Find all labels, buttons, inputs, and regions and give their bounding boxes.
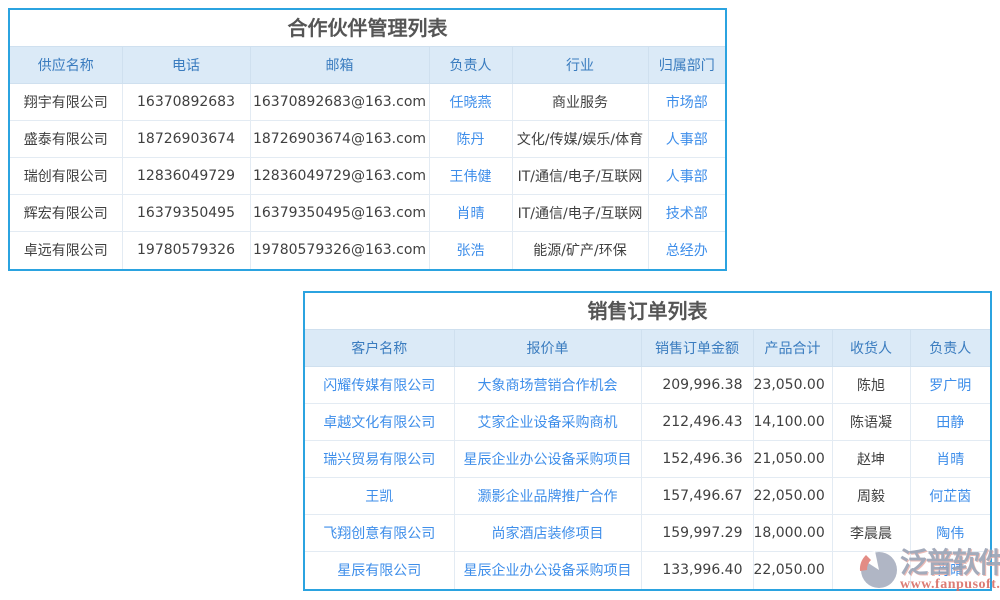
cell-manager-link[interactable]: 陶伟 (910, 515, 990, 552)
cell-manager-link[interactable]: 何芷茵 (910, 478, 990, 515)
cell-consignee: 赵坤 (832, 441, 910, 478)
cell-product-total: 21,050.00 (753, 441, 832, 478)
cell-manager-link[interactable]: 王伟健 (429, 158, 512, 195)
col-header-consignee: 收货人 (832, 330, 910, 367)
cell-quotation-link[interactable]: 艾家企业设备采购商机 (454, 404, 641, 441)
cell-phone: 16379350495 (122, 195, 250, 232)
cell-manager-link[interactable]: 陈丹 (429, 121, 512, 158)
partner-header-row: 供应名称 电话 邮箱 负责人 行业 归属部门 (10, 47, 725, 84)
cell-supplier-name: 盛泰有限公司 (10, 121, 122, 158)
col-header-industry: 行业 (512, 47, 648, 84)
partner-table: 供应名称 电话 邮箱 负责人 行业 归属部门 翔宇有限公司 1637089268… (10, 46, 725, 269)
cell-customer-link[interactable]: 瑞兴贸易有限公司 (305, 441, 454, 478)
cell-phone: 16370892683 (122, 84, 250, 121)
cell-product-total: 23,050.00 (753, 367, 832, 404)
table-row: 卓越文化有限公司 艾家企业设备采购商机 212,496.43 14,100.00… (305, 404, 990, 441)
sales-order-table-card: 销售订单列表 客户名称 报价单 销售订单金额 产品合计 收货人 负责人 闪耀传媒… (303, 291, 992, 591)
sales-order-table: 客户名称 报价单 销售订单金额 产品合计 收货人 负责人 闪耀传媒有限公司 大象… (305, 329, 990, 589)
table-row: 星辰有限公司 星辰企业办公设备采购项目 133,996.40 22,050.00… (305, 552, 990, 589)
cell-department-link[interactable]: 人事部 (648, 121, 725, 158)
cell-order-amount: 159,997.29 (641, 515, 753, 552)
col-header-product-total: 产品合计 (753, 330, 832, 367)
col-header-supplier-name: 供应名称 (10, 47, 122, 84)
col-header-department: 归属部门 (648, 47, 725, 84)
table-row: 瑞兴贸易有限公司 星辰企业办公设备采购项目 152,496.36 21,050.… (305, 441, 990, 478)
cell-department-link[interactable]: 人事部 (648, 158, 725, 195)
cell-customer-link[interactable]: 闪耀传媒有限公司 (305, 367, 454, 404)
col-header-quotation: 报价单 (454, 330, 641, 367)
col-header-manager: 负责人 (429, 47, 512, 84)
col-header-phone: 电话 (122, 47, 250, 84)
cell-phone: 18726903674 (122, 121, 250, 158)
cell-industry: 商业服务 (512, 84, 648, 121)
cell-consignee (832, 552, 910, 589)
cell-department-link[interactable]: 技术部 (648, 195, 725, 232)
cell-quotation-link[interactable]: 星辰企业办公设备采购项目 (454, 441, 641, 478)
cell-order-amount: 152,496.36 (641, 441, 753, 478)
cell-industry: IT/通信/电子/互联网 (512, 158, 648, 195)
cell-order-amount: 157,496.67 (641, 478, 753, 515)
cell-industry: 能源/矿产/环保 (512, 232, 648, 269)
cell-supplier-name: 卓远有限公司 (10, 232, 122, 269)
cell-phone: 12836049729 (122, 158, 250, 195)
cell-industry: IT/通信/电子/互联网 (512, 195, 648, 232)
cell-product-total: 22,050.00 (753, 552, 832, 589)
cell-customer-link[interactable]: 卓越文化有限公司 (305, 404, 454, 441)
cell-manager-link[interactable]: 肖晴 (429, 195, 512, 232)
table-row: 辉宏有限公司 16379350495 16379350495@163.com 肖… (10, 195, 725, 232)
partner-table-title: 合作伙伴管理列表 (10, 10, 725, 46)
table-row: 飞翔创意有限公司 尚家酒店装修项目 159,997.29 18,000.00 李… (305, 515, 990, 552)
order-header-row: 客户名称 报价单 销售订单金额 产品合计 收货人 负责人 (305, 330, 990, 367)
cell-manager-link[interactable]: 任晓燕 (429, 84, 512, 121)
cell-manager-link[interactable]: 肖晴 (910, 552, 990, 589)
cell-quotation-link[interactable]: 灏影企业品牌推广合作 (454, 478, 641, 515)
cell-email: 12836049729@163.com (250, 158, 429, 195)
table-row: 瑞创有限公司 12836049729 12836049729@163.com 王… (10, 158, 725, 195)
cell-order-amount: 209,996.38 (641, 367, 753, 404)
cell-industry: 文化/传媒/娱乐/体育 (512, 121, 648, 158)
cell-product-total: 22,050.00 (753, 478, 832, 515)
cell-manager-link[interactable]: 肖晴 (910, 441, 990, 478)
cell-quotation-link[interactable]: 尚家酒店装修项目 (454, 515, 641, 552)
cell-email: 18726903674@163.com (250, 121, 429, 158)
table-row: 闪耀传媒有限公司 大象商场营销合作机会 209,996.38 23,050.00… (305, 367, 990, 404)
col-header-email: 邮箱 (250, 47, 429, 84)
cell-supplier-name: 辉宏有限公司 (10, 195, 122, 232)
col-header-order-amount: 销售订单金额 (641, 330, 753, 367)
cell-customer-link[interactable]: 星辰有限公司 (305, 552, 454, 589)
partner-table-card: 合作伙伴管理列表 供应名称 电话 邮箱 负责人 行业 归属部门 翔宇有限公司 1… (8, 8, 727, 271)
cell-manager-link[interactable]: 张浩 (429, 232, 512, 269)
cell-order-amount: 133,996.40 (641, 552, 753, 589)
cell-supplier-name: 瑞创有限公司 (10, 158, 122, 195)
cell-supplier-name: 翔宇有限公司 (10, 84, 122, 121)
cell-quotation-link[interactable]: 大象商场营销合作机会 (454, 367, 641, 404)
table-row: 卓远有限公司 19780579326 19780579326@163.com 张… (10, 232, 725, 269)
cell-customer-link[interactable]: 飞翔创意有限公司 (305, 515, 454, 552)
cell-phone: 19780579326 (122, 232, 250, 269)
table-row: 翔宇有限公司 16370892683 16370892683@163.com 任… (10, 84, 725, 121)
cell-product-total: 18,000.00 (753, 515, 832, 552)
cell-customer-link[interactable]: 王凯 (305, 478, 454, 515)
cell-manager-link[interactable]: 田静 (910, 404, 990, 441)
sales-order-table-title: 销售订单列表 (305, 293, 990, 329)
cell-email: 19780579326@163.com (250, 232, 429, 269)
col-header-customer-name: 客户名称 (305, 330, 454, 367)
cell-product-total: 14,100.00 (753, 404, 832, 441)
cell-consignee: 陈旭 (832, 367, 910, 404)
cell-email: 16370892683@163.com (250, 84, 429, 121)
cell-consignee: 李晨晨 (832, 515, 910, 552)
table-row: 盛泰有限公司 18726903674 18726903674@163.com 陈… (10, 121, 725, 158)
col-header-manager: 负责人 (910, 330, 990, 367)
cell-department-link[interactable]: 市场部 (648, 84, 725, 121)
cell-manager-link[interactable]: 罗广明 (910, 367, 990, 404)
cell-quotation-link[interactable]: 星辰企业办公设备采购项目 (454, 552, 641, 589)
table-row: 王凯 灏影企业品牌推广合作 157,496.67 22,050.00 周毅 何芷… (305, 478, 990, 515)
cell-department-link[interactable]: 总经办 (648, 232, 725, 269)
cell-consignee: 周毅 (832, 478, 910, 515)
cell-order-amount: 212,496.43 (641, 404, 753, 441)
cell-email: 16379350495@163.com (250, 195, 429, 232)
cell-consignee: 陈语凝 (832, 404, 910, 441)
